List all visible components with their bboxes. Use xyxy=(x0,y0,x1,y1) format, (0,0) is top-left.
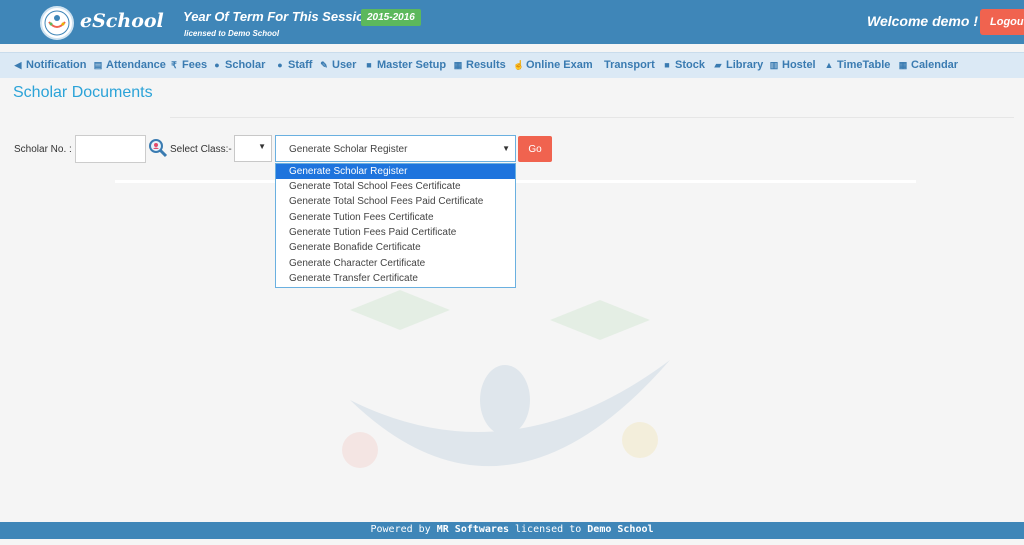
nav-item-staff[interactable]: ● Staff xyxy=(275,59,312,71)
select-class-label: Select Class:- xyxy=(170,144,232,155)
nav-item-transport[interactable]: Transport xyxy=(604,59,655,71)
welcome-text: Welcome demo ! xyxy=(867,13,978,29)
document-icon: ▤ xyxy=(93,60,103,70)
footer-company: MR Softwares xyxy=(436,524,509,535)
nav-item-timetable[interactable]: ▲ TimeTable xyxy=(824,59,891,71)
option-total-school-fees-paid-certificate[interactable]: Generate Total School Fees Paid Certific… xyxy=(276,194,515,209)
nav-item-library[interactable]: ▰ Library xyxy=(713,59,764,71)
main-nav: ◀ Notification ▤ Attendance ₹ Fees ● Scholar… xyxy=(0,52,1024,78)
session-badge: 2015-2016 xyxy=(361,9,421,26)
document-type-value: Generate Scholar Register xyxy=(289,144,408,155)
title-divider xyxy=(170,117,1014,118)
folder-icon: ■ xyxy=(664,60,670,70)
nav-item-fees[interactable]: ₹ Fees xyxy=(169,59,207,71)
nav-item-master-setup[interactable]: ■ Master Setup xyxy=(364,59,446,71)
option-bonafide-certificate[interactable]: Generate Bonafide Certificate xyxy=(276,240,515,255)
building-icon: ▥ xyxy=(769,60,779,70)
option-transfer-certificate[interactable]: Generate Transfer Certificate xyxy=(276,271,515,286)
wrench-icon: ✎ xyxy=(320,60,328,70)
thumbs-up-icon: ☝ xyxy=(513,60,525,70)
bullhorn-icon: ◀ xyxy=(14,60,22,70)
footer-licensed-to: licensed to xyxy=(515,524,582,535)
users-icon: ● xyxy=(214,60,220,70)
nav-item-user[interactable]: ✎ User xyxy=(319,59,356,71)
brand-name: eSchool xyxy=(80,10,164,32)
nav-item-online-exam[interactable]: ☝ Online Exam xyxy=(513,59,593,71)
option-tution-fees-certificate[interactable]: Generate Tution Fees Certificate xyxy=(276,210,515,225)
calendar-icon: ▦ xyxy=(898,60,908,70)
unlock-icon: ■ xyxy=(366,60,372,70)
select-class-dropdown[interactable]: ▼ xyxy=(234,135,272,162)
option-total-school-fees-certificate[interactable]: Generate Total School Fees Certificate xyxy=(276,179,515,194)
option-scholar-register[interactable]: Generate Scholar Register xyxy=(276,164,515,179)
document-type-options: Generate Scholar Register Generate Total… xyxy=(275,163,516,288)
caret-down-icon: ▼ xyxy=(502,144,510,153)
term-title: Year Of Term For This Session :- xyxy=(183,9,385,24)
go-button[interactable]: Go xyxy=(518,136,552,162)
scholar-no-label: Scholar No. : xyxy=(14,144,72,155)
caret-down-icon: ▼ xyxy=(258,142,266,151)
watermark-logo-icon xyxy=(342,290,670,468)
logout-button[interactable]: Logout xyxy=(980,9,1024,35)
rupee-icon: ₹ xyxy=(171,60,177,70)
footer: Powered by MR Softwares licensed to Demo… xyxy=(0,522,1024,539)
bell-icon: ▲ xyxy=(824,60,834,70)
nav-item-results[interactable]: ▦ Results xyxy=(453,59,506,71)
chart-icon: ▦ xyxy=(453,60,463,70)
nav-item-scholar[interactable]: ● Scholar xyxy=(212,59,265,71)
user-icon: ● xyxy=(277,60,283,70)
nav-item-attendance[interactable]: ▤ Attendance xyxy=(93,59,166,71)
footer-powered-by: Powered by xyxy=(370,524,431,535)
document-type-select[interactable]: Generate Scholar Register ▼ xyxy=(275,135,516,162)
book-icon: ▰ xyxy=(714,60,722,70)
license-text: licensed to Demo School xyxy=(184,29,280,38)
scholar-no-input[interactable] xyxy=(75,135,146,163)
app-header: eSchool Year Of Term For This Session :-… xyxy=(0,0,1024,44)
footer-school: Demo School xyxy=(587,524,654,535)
nav-item-hostel[interactable]: ▥ Hostel xyxy=(769,59,816,71)
nav-item-notification[interactable]: ◀ Notification xyxy=(13,59,87,71)
search-scholar-icon[interactable] xyxy=(148,138,168,158)
nav-item-stock[interactable]: ■ Stock xyxy=(662,59,705,71)
option-tution-fees-paid-certificate[interactable]: Generate Tution Fees Paid Certificate xyxy=(276,225,515,240)
option-character-certificate[interactable]: Generate Character Certificate xyxy=(276,256,515,271)
school-logo-icon xyxy=(40,6,74,40)
page-title: Scholar Documents xyxy=(13,84,153,101)
nav-item-calendar[interactable]: ▦ Calendar xyxy=(898,59,958,71)
